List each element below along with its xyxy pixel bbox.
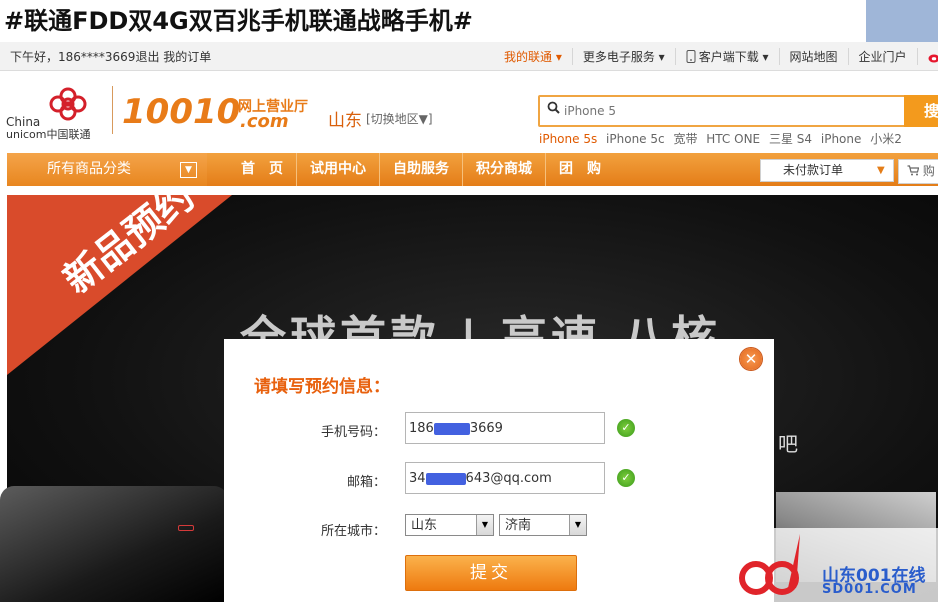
phone-label: 手机号码：: [320, 425, 386, 440]
search-button[interactable]: 搜: [904, 95, 938, 127]
phone-image-left: [0, 486, 228, 602]
cart-label: 购: [922, 164, 935, 178]
client-download-link[interactable]: 客户端下载 ▾: [674, 48, 779, 65]
nav-trial-center[interactable]: 试用中心: [297, 153, 380, 186]
hot-search-words: iPhone 5s iPhone 5c 宽带 HTC ONE 三星 S4 iPh…: [539, 130, 907, 147]
phone-value-end: 3669: [469, 421, 503, 436]
dropdown-arrow-icon: ▼: [569, 515, 586, 535]
phone-field[interactable]: 186 3669: [405, 412, 605, 444]
hotword-link[interactable]: iPhone: [821, 132, 862, 146]
dialog-title: 请填写预约信息：: [254, 377, 390, 397]
all-categories-label: 所有商品分类: [47, 161, 131, 177]
client-download-label: 客户端下载 ▾: [698, 50, 769, 64]
cart-button[interactable]: 购: [898, 159, 938, 184]
province-select[interactable]: 山东 ▼: [405, 514, 494, 536]
close-icon[interactable]: ✕: [740, 348, 762, 370]
all-categories-menu[interactable]: 所有商品分类: [7, 153, 207, 186]
nav-items: 首 页 试用中心 自助服务 积分商城 团 购: [228, 153, 614, 186]
redaction-mark: [433, 422, 470, 435]
logo-unicom-text: unicom中国联通: [6, 128, 91, 141]
province-value: 山东: [411, 518, 438, 533]
logo-10010[interactable]: 10010: [122, 92, 240, 132]
unpaid-orders-label: 未付款订单: [783, 163, 844, 177]
nav-points-mall[interactable]: 积分商城: [463, 153, 546, 186]
greeting-text[interactable]: 下午好，186****3669退出 我的订单: [10, 48, 211, 65]
nav-group-buy[interactable]: 团 购: [546, 153, 614, 186]
check-icon: ✓: [617, 419, 635, 437]
hotword-link[interactable]: iPhone 5c: [606, 132, 665, 146]
unpaid-orders-dropdown[interactable]: 未付款订单 ▼: [760, 159, 894, 182]
city-value: 济南: [505, 518, 532, 533]
check-icon: ✓: [617, 469, 635, 487]
window-background-corner: [866, 0, 938, 44]
hotword-link[interactable]: 宽带: [673, 132, 697, 146]
switch-region-link[interactable]: [切换地区▼]: [366, 110, 433, 127]
logo-divider: [112, 86, 113, 134]
cart-icon: [907, 165, 920, 176]
watermark-logo-icon: [739, 534, 800, 595]
search-input[interactable]: [562, 101, 886, 121]
weibo-icon: [928, 51, 938, 63]
nav-home[interactable]: 首 页: [228, 153, 297, 186]
email-label: 邮箱：: [346, 475, 386, 490]
hotword-link[interactable]: 小米2: [870, 132, 902, 146]
redaction-mark: [425, 472, 466, 485]
top-utility-bar: 下午好，186****3669退出 我的订单 我的联通 ▾ 更多电子服务 ▾ 客…: [0, 42, 938, 71]
phone-indicator-light: [178, 525, 194, 531]
logo-dot-com-text: .com: [240, 111, 289, 132]
my-unicom-link[interactable]: 我的联通 ▾: [494, 48, 572, 65]
current-region: 山东: [328, 111, 362, 131]
city-label: 所在城市：: [320, 524, 386, 539]
email-field[interactable]: 34 643@qq.com: [405, 462, 605, 494]
banner-side-text: 吧: [778, 432, 798, 456]
chevron-down-icon: ▼: [877, 165, 885, 176]
watermark-url: SD001.COM: [822, 582, 917, 597]
hotword-link[interactable]: HTC ONE: [706, 132, 760, 146]
more-services-link[interactable]: 更多电子服务 ▾: [571, 48, 675, 65]
submit-button[interactable]: 提交: [405, 555, 577, 591]
hotword-link[interactable]: 三星 S4: [769, 132, 812, 146]
hotword-link[interactable]: iPhone 5s: [539, 132, 597, 146]
weibo-follow-link[interactable]: 关: [916, 48, 938, 65]
chevron-down-icon[interactable]: ▼: [180, 162, 197, 178]
email-value-end: 643@qq.com: [465, 471, 552, 486]
sitemap-link[interactable]: 网站地图: [778, 48, 848, 65]
dropdown-arrow-icon: ▼: [476, 515, 493, 535]
city-select[interactable]: 济南 ▼: [499, 514, 587, 536]
nav-self-service[interactable]: 自助服务: [380, 153, 463, 186]
enterprise-portal-link[interactable]: 企业门户: [847, 48, 917, 65]
page-headline: #联通FDD双4G双百兆手机联通战略手机#: [4, 7, 473, 35]
top-links: 我的联通 ▾ 更多电子服务 ▾ 客户端下载 ▾ 网站地图 企业门户 关: [494, 48, 938, 65]
search-icon: [547, 101, 560, 114]
phone-icon: [686, 50, 696, 63]
email-value-start: 34: [409, 471, 426, 486]
phone-value-start: 186: [409, 421, 434, 436]
